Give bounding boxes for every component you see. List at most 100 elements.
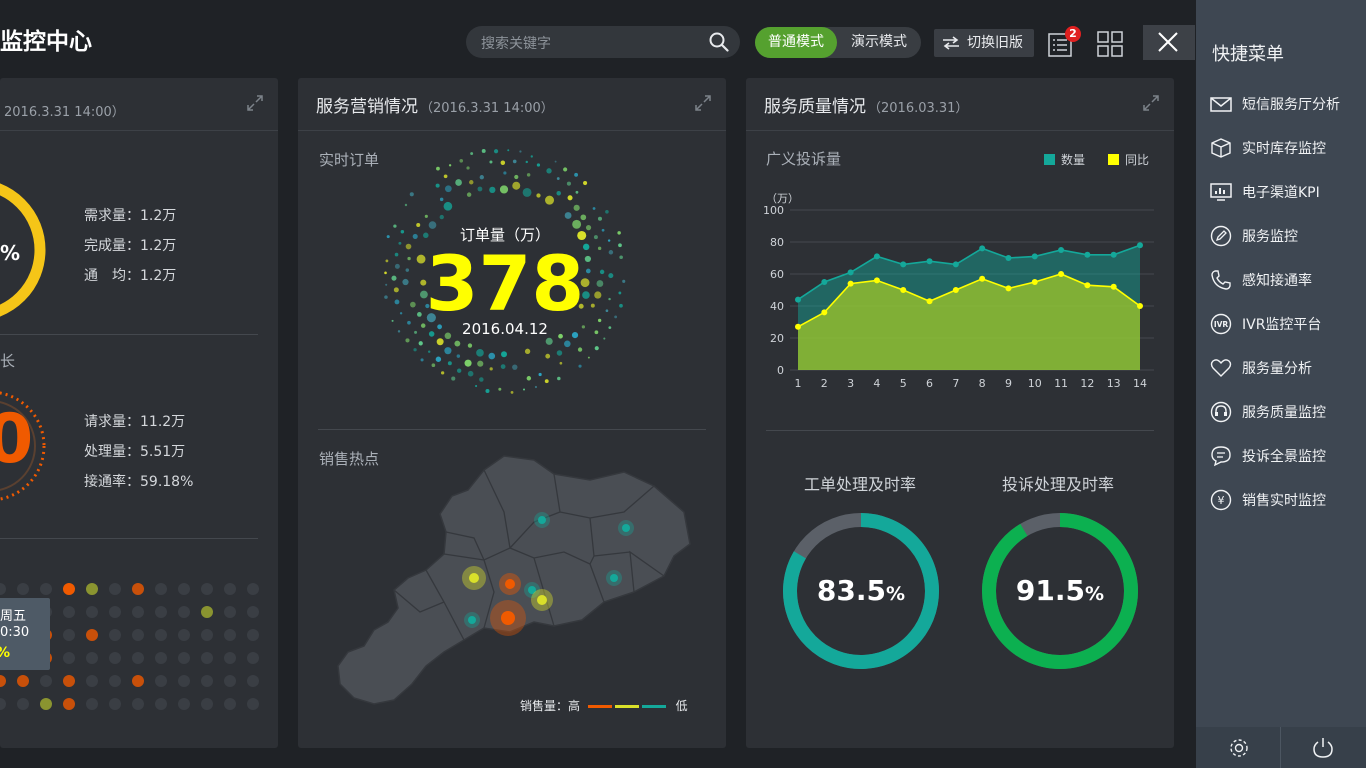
- switch-old-version-button[interactable]: 切换旧版: [934, 29, 1034, 57]
- ring-dot: [439, 214, 444, 220]
- y-tick-label: 60: [770, 268, 784, 281]
- ring-dot: [451, 376, 456, 381]
- sidebar-item-sms-hall[interactable]: 短信服务厅分析: [1210, 91, 1360, 117]
- x-tick-label: 7: [952, 377, 959, 390]
- panel-marketing: 服务营销情况 （2016.3.31 14:00） 实时订单 订单量（万） 378 …: [298, 78, 726, 748]
- ring-dot: [489, 367, 493, 371]
- sidebar-item-label: 服务量分析: [1242, 361, 1312, 377]
- sidebar-item-inventory[interactable]: 实时库存监控: [1210, 135, 1360, 161]
- data-point: [873, 253, 880, 260]
- quick-menu-title: 快捷菜单: [1212, 44, 1284, 65]
- ring-dot: [440, 371, 445, 375]
- chat-icon: [1211, 446, 1231, 467]
- search-icon[interactable]: [709, 32, 729, 52]
- ivr-icon: IVR: [1210, 313, 1232, 335]
- sidebar-item-complaint-monitor[interactable]: 投诉全景监控: [1210, 443, 1360, 469]
- ring-dot: [485, 389, 490, 394]
- data-point: [1137, 303, 1143, 309]
- edit-circle-icon: [1210, 225, 1232, 247]
- mode-normal-button[interactable]: 普通模式: [755, 27, 837, 58]
- expand-icon[interactable]: [1142, 94, 1160, 112]
- heat-dot: [155, 652, 167, 664]
- search-box[interactable]: 搜索关键字: [466, 26, 740, 58]
- y-tick-label: 100: [763, 204, 784, 217]
- ring-dot: [538, 372, 542, 377]
- notification-button[interactable]: 2: [1048, 26, 1081, 58]
- ring-dot: [493, 149, 499, 154]
- ring-dot: [522, 187, 532, 197]
- ring-dot: [577, 347, 583, 352]
- ring-dot: [436, 166, 440, 171]
- ring-dot: [545, 353, 551, 359]
- ring-dot: [443, 201, 453, 211]
- ring-dot: [466, 166, 470, 170]
- sidebar-footer: [1196, 727, 1366, 768]
- sidebar-item-label: 销售实时监控: [1242, 493, 1326, 509]
- close-icon: [1158, 32, 1178, 52]
- heart-icon: [1210, 359, 1232, 377]
- ring-dot: [469, 180, 474, 185]
- donut1-number: 83.5: [816, 574, 887, 607]
- mode-demo-button[interactable]: 演示模式: [837, 27, 921, 58]
- sales-legend: 销售量：高 低: [520, 697, 688, 714]
- sidebar-item-sales-monitor[interactable]: ¥ 销售实时监控: [1210, 487, 1360, 513]
- heat-dot: [224, 652, 236, 664]
- heat-dot: [155, 698, 167, 710]
- donut1-title: 工单处理及时率: [803, 475, 916, 494]
- ring-dot: [597, 216, 603, 221]
- data-point: [847, 280, 854, 287]
- heat-dot: [86, 583, 98, 595]
- grid-view-icon[interactable]: [1097, 31, 1123, 57]
- heat-dot: [247, 606, 259, 618]
- ring-dot: [477, 186, 483, 192]
- data-point: [795, 296, 801, 303]
- data-point: [1005, 285, 1012, 292]
- ring-dot: [564, 212, 572, 219]
- data-point: [1031, 279, 1038, 285]
- power-icon[interactable]: [1312, 737, 1334, 759]
- close-button[interactable]: [1143, 25, 1195, 60]
- heat-dot: [178, 583, 190, 595]
- heat-dot: [178, 698, 190, 710]
- ring-dot: [427, 350, 431, 353]
- order-date: 2016.04.12: [462, 320, 548, 338]
- data-point: [1084, 251, 1091, 258]
- ring-dot: [556, 191, 561, 196]
- sidebar-item-service-monitor[interactable]: 服务监控: [1210, 223, 1360, 249]
- ring-dot: [500, 160, 506, 165]
- ring-dot: [404, 203, 408, 207]
- sidebar-item-label: 短信服务厅分析: [1242, 97, 1340, 113]
- legend-count: 数量: [1044, 151, 1085, 168]
- province-map: [337, 455, 691, 705]
- heat-dot: [132, 698, 144, 710]
- donut2-number: 91.5: [1015, 574, 1086, 607]
- heat-dot: [17, 583, 29, 595]
- search-input[interactable]: 搜索关键字: [481, 33, 551, 53]
- ring-dot: [575, 190, 579, 194]
- ring-dot: [587, 356, 590, 359]
- ring-dot: [556, 177, 560, 180]
- ring-dot: [489, 186, 496, 194]
- heat-dot: [86, 629, 98, 641]
- data-point: [1058, 247, 1065, 253]
- sidebar-item-connect-rate[interactable]: 感知接通率: [1210, 267, 1360, 293]
- data-point: [952, 261, 959, 268]
- heat-dot: [201, 698, 213, 710]
- sidebar-item-ivr[interactable]: IVR IVR监控平台: [1210, 311, 1360, 337]
- expand-icon[interactable]: [246, 94, 264, 112]
- ring-dot: [534, 385, 538, 389]
- x-tick-label: 5: [900, 377, 907, 390]
- quick-menu-sidebar: 快捷菜单 短信服务厅分析 实时库存监控 电子渠道KPI 服务监控 感知接通率 I…: [1196, 0, 1366, 768]
- settings-icon[interactable]: [1228, 737, 1250, 759]
- donut1-value: 83.5%: [780, 574, 942, 607]
- stat-demand: 需求量：1.2万: [84, 208, 177, 224]
- phone-icon: [1211, 270, 1231, 290]
- expand-icon[interactable]: [694, 94, 712, 112]
- sidebar-item-service-volume[interactable]: 服务量分析: [1210, 355, 1360, 381]
- ring-dot: [546, 168, 552, 174]
- data-point: [1058, 271, 1065, 277]
- tooltip-pct: %: [0, 645, 10, 661]
- sidebar-item-quality-monitor[interactable]: 服务质量监控: [1210, 399, 1360, 425]
- sidebar-item-echannel-kpi[interactable]: 电子渠道KPI: [1210, 179, 1360, 205]
- heat-dot: [86, 652, 98, 664]
